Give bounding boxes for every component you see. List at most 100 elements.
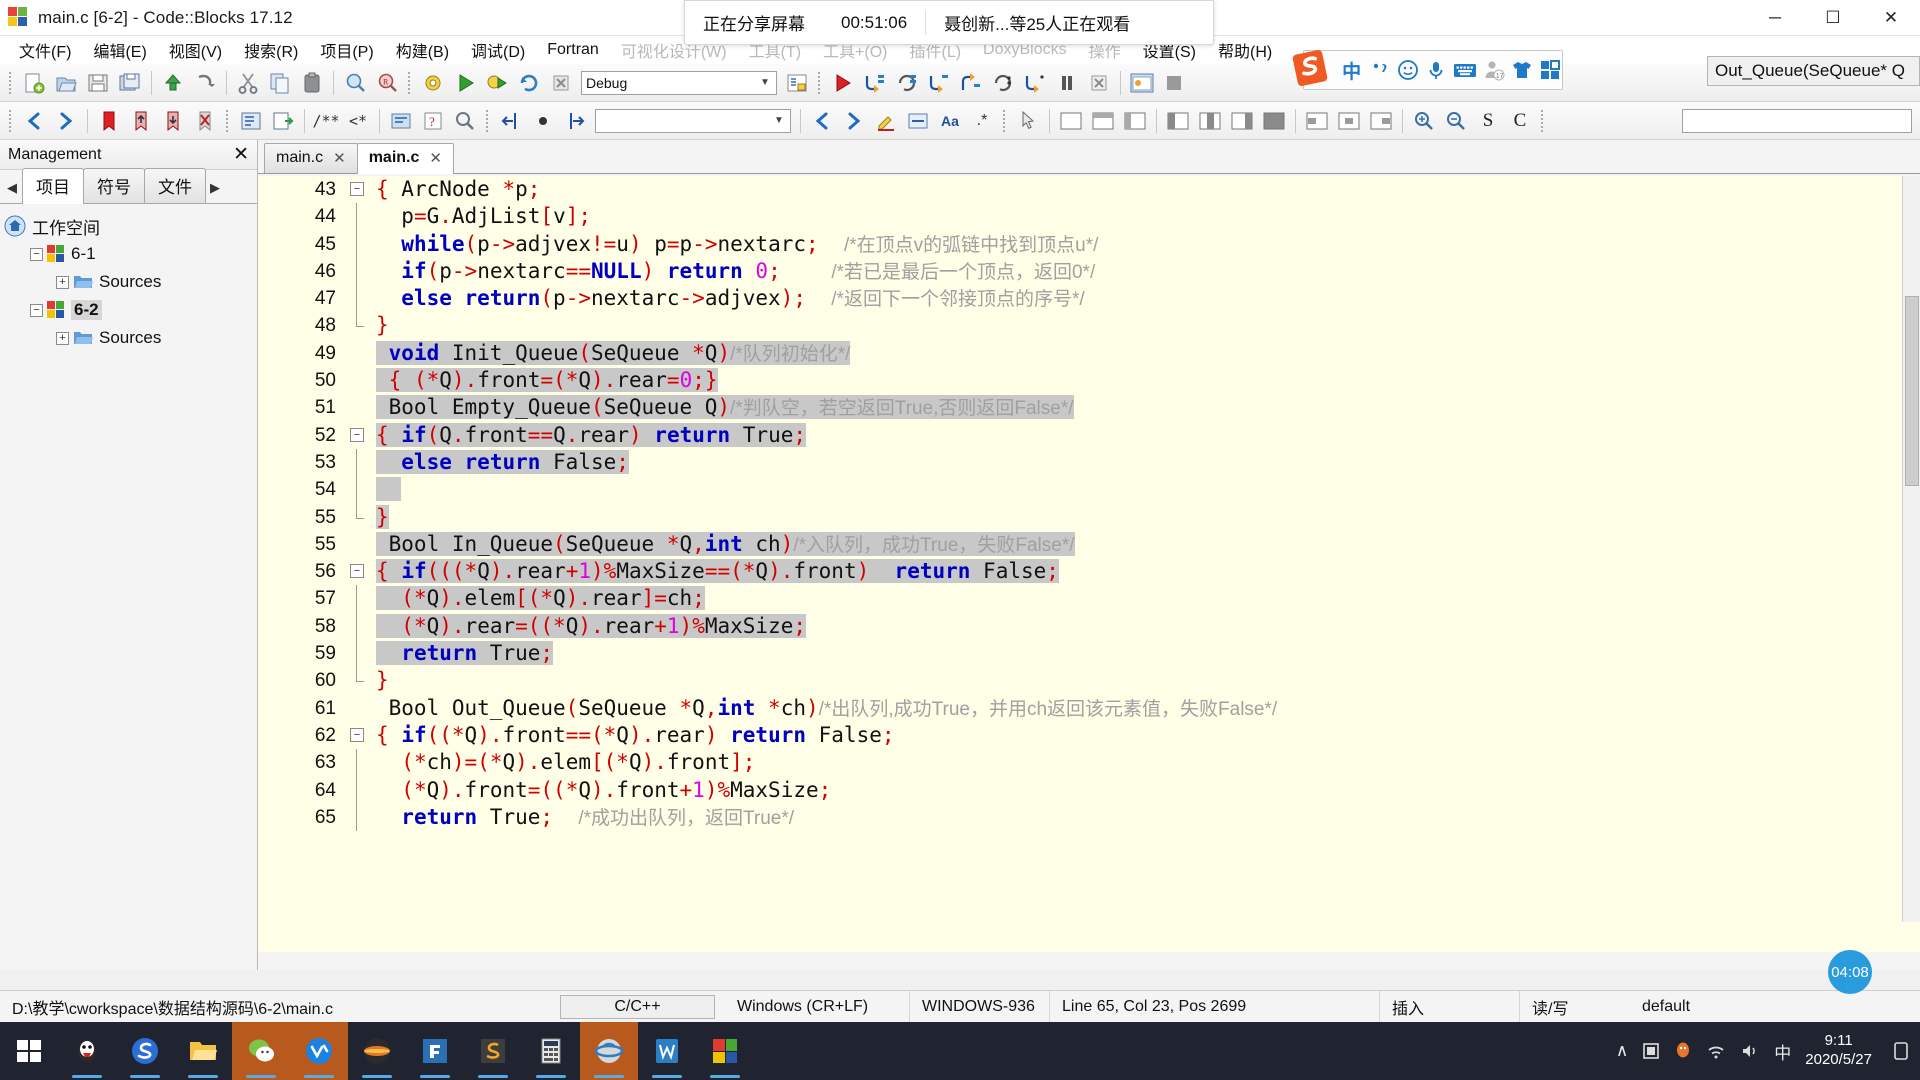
editor-tab-0[interactable]: main.c ✕	[264, 143, 358, 173]
close-icon[interactable]: ✕	[429, 149, 442, 167]
fold-collapse-icon[interactable]: −	[350, 564, 364, 579]
taskbar-firefox[interactable]	[348, 1022, 406, 1080]
tray-show-desktop-icon[interactable]	[1642, 1042, 1660, 1060]
prev-function-icon[interactable]	[496, 106, 526, 136]
code-line[interactable]: 59 return True;	[258, 640, 1920, 668]
doxyblocks-config-icon[interactable]: ?	[418, 106, 448, 136]
zoom-out-icon[interactable]	[1441, 106, 1471, 136]
code-line[interactable]: 55}	[258, 503, 1920, 531]
toolbar-grip[interactable]	[7, 71, 15, 94]
meeting-timer-badge[interactable]: 04:08	[1828, 950, 1872, 994]
comment-icon[interactable]: /**	[311, 106, 341, 136]
debugging-windows-icon[interactable]	[1127, 68, 1157, 98]
current-function-icon[interactable]	[528, 106, 558, 136]
menu-item-0[interactable]: 文件(F)	[8, 36, 82, 64]
toolbar-grip[interactable]	[1001, 109, 1009, 132]
next-bookmark-icon[interactable]	[158, 106, 188, 136]
debug-step-out-icon[interactable]	[956, 68, 986, 98]
toolbar-grip[interactable]	[406, 71, 414, 94]
layout-split-h-icon[interactable]	[1088, 106, 1118, 136]
tree-item-1[interactable]: − 6-1	[4, 240, 253, 268]
code-line[interactable]: 51 Bool Empty_Queue(SeQueue Q)/*判队空，若空返回…	[258, 394, 1920, 421]
debug-next-line-icon[interactable]	[892, 68, 922, 98]
chinese-mode-icon[interactable]: 中	[1340, 57, 1363, 83]
debug-next-instruction-icon[interactable]	[988, 68, 1018, 98]
taskbar-sublime[interactable]	[464, 1022, 522, 1080]
menu-item-7[interactable]: Fortran	[536, 39, 610, 61]
code-line[interactable]: 52−{ if(Q.front==Q.rear) return True;	[258, 422, 1920, 449]
debug-break-icon[interactable]	[1052, 68, 1082, 98]
replace-icon[interactable]: R	[372, 68, 402, 98]
status-language[interactable]: C/C++	[560, 994, 715, 1019]
tray-network-icon[interactable]	[1706, 1042, 1726, 1060]
close-button[interactable]: ✕	[1862, 0, 1920, 36]
collapse-icon[interactable]: −	[30, 303, 43, 317]
new-file-icon[interactable]	[19, 68, 49, 98]
fold-collapse-icon[interactable]: −	[350, 427, 364, 442]
box-full-icon[interactable]	[1259, 106, 1289, 136]
spell-s-icon[interactable]: S	[1473, 106, 1503, 136]
toolbar-grip[interactable]	[1539, 109, 1547, 132]
code-line[interactable]: 58 (*Q).rear=((*Q).rear+1)%MaxSize;	[258, 612, 1920, 641]
uncomment-icon[interactable]: <*	[343, 106, 373, 136]
search-input[interactable]	[1682, 108, 1912, 133]
scope-combo[interactable]: ▼	[595, 108, 791, 133]
minimize-button[interactable]: ─	[1746, 0, 1804, 36]
build-log-icon[interactable]	[782, 68, 812, 98]
spell-c-icon[interactable]: C	[1505, 106, 1535, 136]
code-line[interactable]: 60}	[258, 667, 1920, 694]
code-line[interactable]: 54	[258, 476, 1920, 504]
code-line[interactable]: 63 (*ch)=(*Q).elem[(*Q).front];	[258, 749, 1920, 777]
code-line[interactable]: 45 while(p->adjvex!=u) p=p->nextarc; /*在…	[258, 230, 1920, 258]
find-icon[interactable]	[340, 68, 370, 98]
chevron-down-icon[interactable]: ▼	[772, 115, 786, 126]
code-line[interactable]: 47 else return(p->nextarc->adjvex); /*返回…	[258, 285, 1920, 313]
code-line[interactable]: 53 else return False;	[258, 448, 1920, 477]
taskbar-wps[interactable]	[638, 1022, 696, 1080]
management-tab-1[interactable]: 符号	[83, 168, 145, 203]
select-tool-icon[interactable]	[1013, 106, 1043, 136]
code-line[interactable]: 49 void Init_Queue(SeQueue *Q)/*队列初始化*/	[258, 340, 1920, 367]
cut-icon[interactable]	[233, 68, 263, 98]
sogou-ime-toolbar[interactable]: 中 17	[1303, 50, 1563, 90]
sogou-logo-icon[interactable]	[1288, 46, 1332, 90]
taskbar-codeblocks[interactable]	[696, 1022, 754, 1080]
expand-icon[interactable]: +	[56, 275, 69, 289]
search-prev-icon[interactable]	[807, 106, 837, 136]
next-function-icon[interactable]	[560, 106, 590, 136]
code-editor[interactable]: 43−{ ArcNode *p; 44 p=G.AdjList[v]; 45 whi…	[258, 176, 1920, 952]
open-file-icon[interactable]	[51, 68, 81, 98]
box-center-icon[interactable]	[1195, 106, 1225, 136]
skin-icon[interactable]	[1511, 57, 1534, 83]
layout-split-v-icon[interactable]	[1120, 106, 1150, 136]
code-line[interactable]: 48}	[258, 312, 1920, 339]
menu-item-1[interactable]: 编辑(E)	[82, 36, 157, 64]
various-info-icon[interactable]	[1159, 68, 1189, 98]
menu-item-3[interactable]: 搜索(R)	[233, 36, 309, 64]
debug-step-into-instruction-icon[interactable]	[1020, 68, 1050, 98]
tray-volume-icon[interactable]	[1740, 1042, 1760, 1060]
tabs-scroll-right-icon[interactable]: ▶	[205, 180, 225, 203]
toolbar-grip[interactable]	[816, 71, 824, 94]
zoom-in-icon[interactable]	[1409, 106, 1439, 136]
menu-item-6[interactable]: 调试(D)	[460, 36, 536, 64]
regex-icon[interactable]: .*	[967, 106, 997, 136]
undo-icon[interactable]	[158, 68, 188, 98]
editor-tab-1[interactable]: main.c ✕	[356, 143, 454, 174]
tree-item-0[interactable]: 工作空间	[4, 212, 253, 240]
layout-frame-icon[interactable]	[1056, 106, 1086, 136]
doxyblocks-comment-icon[interactable]	[450, 106, 480, 136]
code-line[interactable]: 44 p=G.AdjList[v];	[258, 203, 1920, 231]
code-line[interactable]: 55 Bool In_Queue(SeQueue *Q,int ch)/*入队列…	[258, 531, 1920, 558]
notification-icon[interactable]	[1892, 1041, 1910, 1061]
tray-expand-chevron-icon[interactable]: ∧	[1616, 1041, 1628, 1061]
start-button[interactable]	[0, 1022, 58, 1080]
back-icon[interactable]	[19, 106, 49, 136]
copy-icon[interactable]	[265, 68, 295, 98]
taskbar-tencent-meeting[interactable]	[290, 1022, 348, 1080]
screen-share-overlay[interactable]: 正在分享屏幕 00:51:06 聂创新...等25人正在观看	[684, 0, 1214, 45]
toolbar-grip[interactable]	[7, 109, 15, 132]
save-icon[interactable]	[83, 68, 113, 98]
code-line[interactable]: 65 return True; /*成功出队列，返回True*/	[258, 803, 1920, 832]
tabs-scroll-left-icon[interactable]: ◀	[2, 180, 22, 203]
